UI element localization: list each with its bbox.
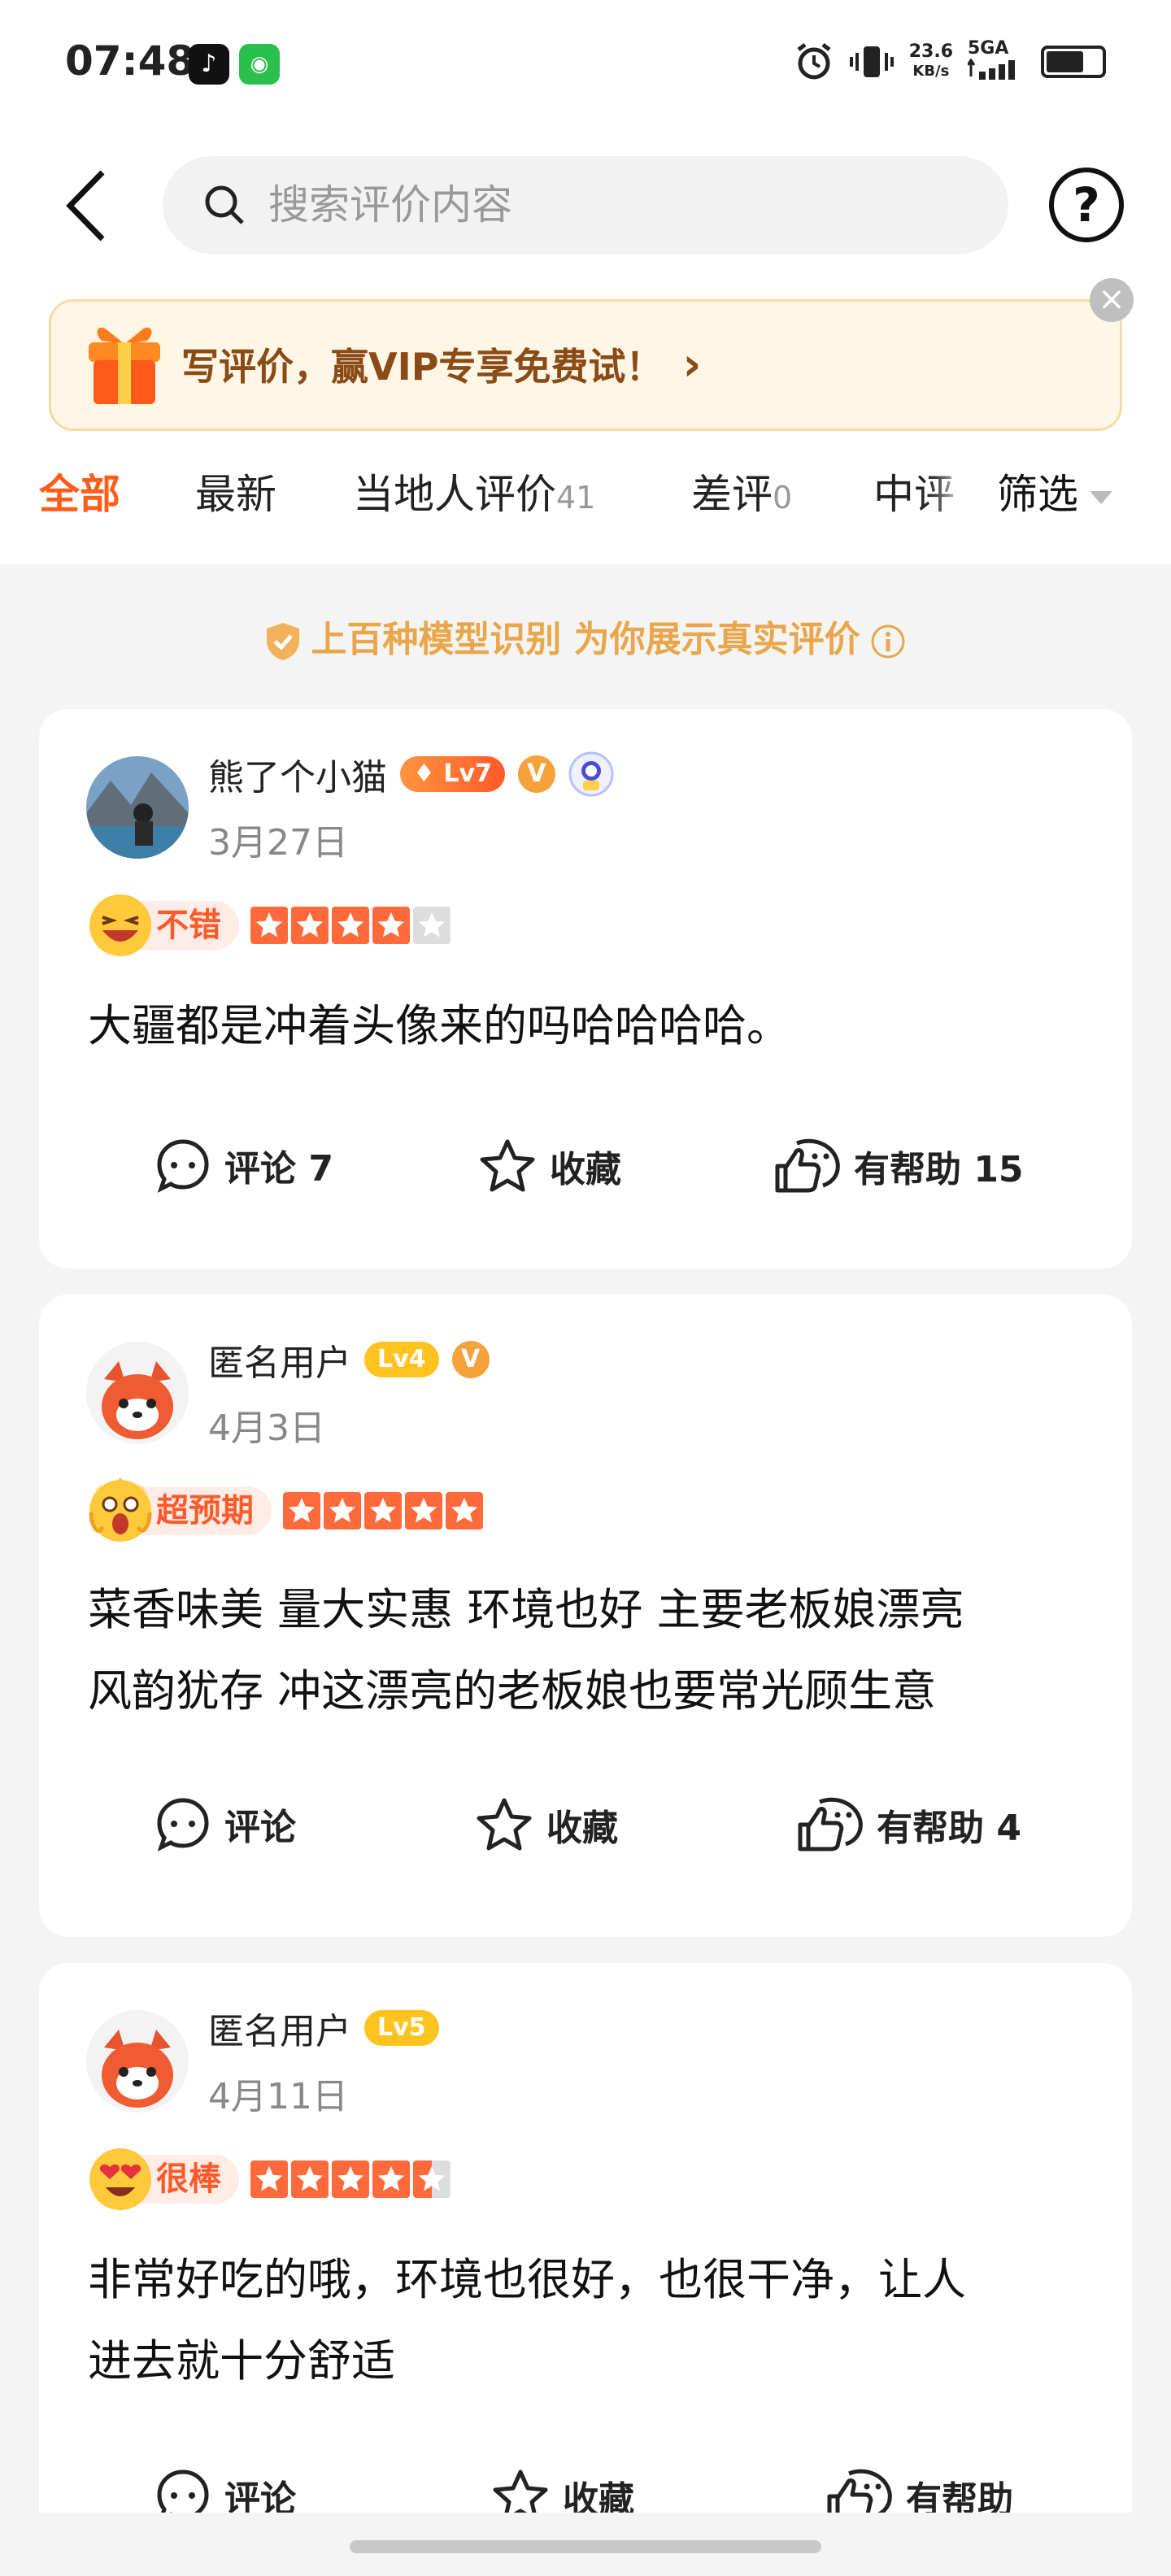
user-name[interactable]: 匿名用户 bbox=[208, 2002, 351, 2054]
home-indicator[interactable] bbox=[350, 2540, 821, 2553]
vibrate-icon bbox=[849, 46, 894, 77]
tiktok-icon: ♪ bbox=[189, 44, 229, 85]
user-name[interactable]: 熊了个小猫 bbox=[208, 748, 387, 800]
rating-star bbox=[413, 907, 451, 944]
avatar[interactable] bbox=[86, 1342, 189, 1444]
net-speed: 23.6 KB/s bbox=[908, 41, 953, 80]
astronaut-badge-icon bbox=[568, 751, 614, 797]
rating-row: 很棒 bbox=[88, 2147, 451, 2212]
thumbs-up-icon bbox=[775, 1138, 840, 1193]
action-bar: 评论 收藏 有帮助 4 bbox=[39, 1795, 1132, 1869]
rating-star bbox=[372, 2160, 410, 2198]
review-card[interactable]: 匿名用户 Lv5 4月11日 很棒 非常好吃的哦，环境也很好，也很干净，让人 进去… bbox=[39, 1963, 1132, 2576]
review-tabs: 全部 最新 当地人评价41 差评0 中评 筛选 bbox=[0, 462, 1171, 543]
star-outline-icon bbox=[480, 1139, 535, 1192]
tab-negative[interactable]: 差评0 bbox=[691, 462, 792, 520]
level-badge: Lv4 bbox=[364, 1342, 439, 1377]
rating-star bbox=[250, 907, 288, 944]
level-badge: ♦ Lv7 bbox=[400, 756, 505, 792]
status-icons: 23.6 KB/s 5GA bbox=[794, 37, 1106, 86]
rating-star bbox=[291, 2160, 329, 2198]
help-button[interactable]: ? bbox=[1049, 168, 1124, 242]
status-bar: 07:48 ♪ ◉ 23.6 KB/s 5GA bbox=[0, 0, 1171, 130]
action-bar: 评论 7 收藏 有帮助 15 bbox=[39, 1137, 1132, 1210]
rating-row: 不错 bbox=[88, 893, 451, 958]
favorite-button[interactable]: 收藏 bbox=[478, 1137, 621, 1195]
promo-close-button[interactable]: × bbox=[1090, 278, 1134, 322]
thumbs-up-icon bbox=[798, 1797, 863, 1852]
review-date: 4月3日 bbox=[208, 1408, 325, 1449]
user-name-row: 熊了个小猫 ♦ Lv7 V bbox=[208, 748, 614, 800]
laugh-face-icon bbox=[89, 894, 151, 956]
info-icon[interactable] bbox=[870, 624, 906, 659]
review-date: 4月11日 bbox=[208, 2076, 348, 2117]
level-badge: Lv5 bbox=[364, 2010, 439, 2046]
chevron-right-icon: › bbox=[682, 338, 702, 391]
comment-icon bbox=[157, 1798, 209, 1852]
chevron-left-icon bbox=[66, 170, 105, 242]
user-name[interactable]: 匿名用户 bbox=[208, 1334, 351, 1386]
tab-local[interactable]: 当地人评价41 bbox=[353, 462, 595, 520]
helpful-button[interactable]: 有帮助 4 bbox=[795, 1795, 1021, 1854]
rating-star bbox=[283, 1492, 320, 1530]
gift-icon bbox=[89, 327, 160, 404]
rating-row: 超预期 bbox=[88, 1478, 483, 1543]
rating-star bbox=[372, 907, 410, 944]
review-text: 大疆都是冲着头像来的吗哈哈哈哈。 bbox=[88, 1000, 790, 1051]
star-rating bbox=[250, 907, 451, 944]
star-rating bbox=[250, 2160, 451, 2198]
helpful-button[interactable]: 有帮助 15 bbox=[773, 1137, 1024, 1195]
rating-star bbox=[324, 1492, 361, 1530]
back-button[interactable] bbox=[63, 169, 109, 242]
user-name-row: 匿名用户 Lv5 bbox=[208, 2002, 439, 2054]
rating-star bbox=[332, 907, 369, 944]
rating-label: 超预期 bbox=[133, 1486, 272, 1535]
user-name-row: 匿名用户 Lv4 V bbox=[208, 1334, 490, 1386]
rating-star bbox=[364, 1492, 402, 1530]
shield-icon bbox=[267, 623, 300, 660]
dropdown-triangle-icon bbox=[1090, 490, 1112, 504]
rating-star bbox=[413, 2160, 451, 2198]
review-text: 非常好吃的哦，环境也很好，也很干净，让人 进去就十分舒适 bbox=[88, 2254, 966, 2387]
alarm-icon bbox=[797, 43, 831, 80]
review-date: 3月27日 bbox=[208, 822, 348, 864]
battery-icon bbox=[1041, 46, 1106, 78]
signal-indicator: 5GA bbox=[966, 39, 1026, 85]
shocked-face-icon bbox=[89, 1478, 152, 1542]
search-input[interactable] bbox=[268, 172, 984, 237]
rating-star bbox=[446, 1492, 483, 1530]
rating-star bbox=[250, 2160, 288, 2198]
tab-latest[interactable]: 最新 bbox=[195, 462, 276, 520]
trust-notice: 上百种模型识别 为你展示真实评价 bbox=[0, 610, 1171, 662]
review-text: 菜香味美 量大实惠 环境也好 主要老板娘漂亮 风韵犹存 冲这漂亮的老板娘也要常光顾… bbox=[88, 1584, 964, 1717]
favorite-button[interactable]: 收藏 bbox=[475, 1795, 618, 1854]
status-time: 07:48 bbox=[65, 37, 195, 85]
star-rating bbox=[283, 1492, 483, 1530]
rating-star bbox=[332, 2160, 369, 2198]
avatar[interactable] bbox=[86, 2010, 189, 2113]
tab-neutral[interactable]: 中评 bbox=[873, 462, 955, 520]
signal-bars-icon bbox=[966, 58, 1015, 80]
heart-eyes-face-icon bbox=[89, 2148, 151, 2210]
promo-banner[interactable]: 写评价，赢VIP专享免费试！ › bbox=[49, 299, 1122, 431]
wechat-icon: ◉ bbox=[239, 44, 280, 85]
comment-button[interactable]: 评论 7 bbox=[155, 1137, 333, 1194]
verified-badge: V bbox=[451, 1341, 490, 1378]
review-card[interactable]: 熊了个小猫 ♦ Lv7 V 3月27日 不错 大疆都是冲着头像来的吗哈哈哈哈。 … bbox=[39, 709, 1132, 1268]
comment-button[interactable]: 评论 bbox=[155, 1795, 296, 1852]
rating-star bbox=[291, 907, 329, 944]
filter-button[interactable]: 筛选 bbox=[964, 462, 1171, 543]
verified-badge: V bbox=[517, 755, 555, 793]
review-card[interactable]: 匿名用户 Lv4 V 4月3日 超预期 菜香味美 量大实惠 环境也好 主要老板娘… bbox=[39, 1295, 1132, 1937]
promo-text: 写评价，赢VIP专享免费试！ › bbox=[181, 338, 702, 391]
avatar[interactable] bbox=[86, 756, 189, 859]
search-bar[interactable] bbox=[163, 156, 1008, 254]
search-icon bbox=[205, 185, 244, 224]
comment-icon bbox=[157, 1139, 209, 1193]
rating-star bbox=[405, 1492, 442, 1530]
star-outline-icon bbox=[477, 1798, 532, 1851]
tab-all[interactable]: 全部 bbox=[39, 462, 120, 520]
